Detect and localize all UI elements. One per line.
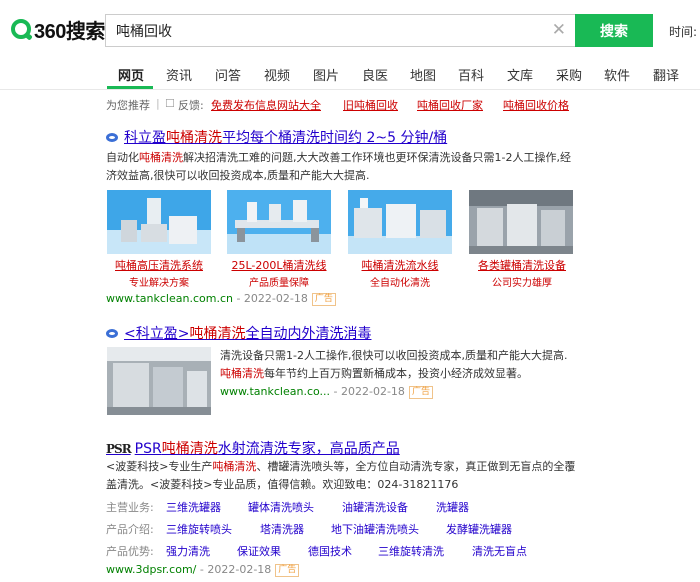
result-1-image-3-subcaption: 全自动化清洗 bbox=[370, 278, 430, 289]
advantage-link-4[interactable]: 三维旋转清洗 bbox=[378, 543, 444, 559]
related-label: 为您推荐 bbox=[106, 99, 150, 112]
result-1-image-2-caption[interactable]: 25L-200L桶清洗线 bbox=[225, 257, 333, 273]
result-3-title-pre: PSR bbox=[134, 441, 162, 457]
ad-badge: 广告 bbox=[311, 292, 336, 306]
result-1-image-2[interactable] bbox=[227, 190, 331, 254]
result-3-date: - 2022-02-18 bbox=[199, 563, 272, 576]
tab-images[interactable]: 图片 bbox=[313, 65, 339, 84]
search-input[interactable] bbox=[116, 22, 536, 40]
search-button[interactable]: 搜索 bbox=[575, 14, 653, 47]
feedback-icon[interactable]: ☐ bbox=[165, 97, 175, 110]
result-1-image-4-caption[interactable]: 各类罐桶清洗设备 bbox=[470, 257, 574, 273]
result-2-title[interactable]: <科立盈>吨桶清洗全自动内外清洗消毒 bbox=[106, 323, 371, 343]
row-label-business: 主营业务: bbox=[106, 501, 154, 514]
result-2-description: 清洗设备只需1-2人工操作,很快可以收回投资成本,质量和产能大大提高. 吨桶清洗… bbox=[220, 347, 580, 383]
row-label-advantages: 产品优势: bbox=[106, 545, 154, 558]
result-1-image-3[interactable] bbox=[348, 190, 452, 254]
tab-news[interactable]: 资讯 bbox=[166, 65, 192, 84]
result-1-image-4-subcaption: 公司实力雄厚 bbox=[492, 278, 552, 289]
tab-translate[interactable]: 翻译 bbox=[653, 65, 679, 84]
result-2-url[interactable]: www.tankclean.co... bbox=[220, 385, 330, 398]
product-link-2[interactable]: 塔清洗器 bbox=[260, 521, 304, 537]
result-1-image-1[interactable] bbox=[107, 190, 211, 254]
result-2-image[interactable] bbox=[107, 347, 211, 415]
result-3-url[interactable]: www.3dpsr.com/ bbox=[106, 563, 196, 576]
ad-promo-icon bbox=[106, 133, 120, 143]
result-1-title-pre: 科立盈 bbox=[124, 130, 166, 146]
clear-icon[interactable]: ✕ bbox=[552, 20, 566, 40]
result-2-title-highlight: 吨桶清洗 bbox=[189, 326, 246, 342]
result-3-title-post: 水射流清洗专家，高品质产品 bbox=[217, 441, 400, 457]
result-1-desc-highlight: 吨桶清洗 bbox=[139, 151, 183, 164]
result-1-description: 自动化吨桶清洗解决招清洗工难的问题,大大改善工作环境也更环保清洗设备只需1-2人… bbox=[106, 149, 576, 185]
time-filter[interactable]: 时间: 不 bbox=[669, 23, 700, 40]
logo-mark-icon bbox=[11, 19, 31, 39]
row-label-products: 产品介绍: bbox=[106, 523, 154, 536]
result-1-date: - 2022-02-18 bbox=[236, 292, 308, 305]
related-link-1[interactable]: 免费发布信息网站大全 bbox=[211, 97, 321, 113]
business-link-2[interactable]: 罐体清洗喷头 bbox=[248, 499, 314, 515]
nav-tabs: 网页 资讯 问答 视频 图片 良医 地图 百科 文库 采购 软件 翻译 bbox=[0, 56, 700, 90]
tab-qa[interactable]: 问答 bbox=[215, 65, 241, 84]
result-1-image-1-subcaption: 专业解决方案 bbox=[129, 278, 189, 289]
result-2-title-pre: <科立盈> bbox=[124, 326, 190, 342]
tab-baike[interactable]: 百科 bbox=[458, 65, 484, 84]
result-2-desc-highlight: 吨桶清洗 bbox=[220, 367, 264, 380]
result-1-url[interactable]: www.tankclean.com.cn bbox=[106, 292, 233, 305]
product-link-4[interactable]: 发酵罐洗罐器 bbox=[446, 521, 512, 537]
result-1-url-line: www.tankclean.com.cn - 2022-02-18 广告 bbox=[106, 292, 336, 306]
tab-web[interactable]: 网页 bbox=[118, 65, 144, 84]
feedback-link[interactable]: 反馈: bbox=[178, 97, 204, 113]
related-link-4[interactable]: 吨桶回收价格 bbox=[503, 97, 569, 113]
advantage-link-3[interactable]: 德国技术 bbox=[308, 543, 352, 559]
tab-doctor[interactable]: 良医 bbox=[362, 65, 388, 84]
related-link-3[interactable]: 吨桶回收厂家 bbox=[417, 97, 483, 113]
result-1-image-2-subcaption: 产品质量保障 bbox=[249, 278, 309, 289]
ad-badge: 广告 bbox=[408, 385, 433, 399]
result-1-image-1-caption[interactable]: 吨桶高压清洗系统 bbox=[111, 257, 207, 273]
advantage-link-1[interactable]: 强力清洗 bbox=[166, 543, 210, 559]
psr-logo: PSR bbox=[106, 442, 132, 456]
active-tab-indicator bbox=[107, 86, 153, 89]
result-3-desc-highlight: 吨桶清洗 bbox=[212, 460, 257, 473]
result-1-title[interactable]: 科立盈吨桶清洗平均每个桶清洗时间约 2~5 分钟/桶 bbox=[106, 127, 447, 147]
result-2-desc-line1: 清洗设备只需1-2人工操作,很快可以收回投资成本,质量和产能大大提高. bbox=[220, 349, 568, 362]
tab-software[interactable]: 软件 bbox=[604, 65, 630, 84]
result-1-image-3-caption[interactable]: 吨桶清洗流水线 bbox=[352, 257, 448, 273]
result-3-description: <波菱科技>专业生产吨桶清洗、槽罐清洗喷头等，全方位自动清洗专家，真正做到无盲点… bbox=[106, 458, 576, 494]
business-link-3[interactable]: 油罐清洗设备 bbox=[342, 499, 408, 515]
result-1-desc-pre: 自动化 bbox=[106, 151, 139, 164]
advantage-link-2[interactable]: 保证效果 bbox=[237, 543, 281, 559]
tab-map[interactable]: 地图 bbox=[410, 65, 436, 84]
result-1-image-4[interactable] bbox=[469, 190, 573, 254]
header: 360搜索 ✕ 搜索 时间: 不 bbox=[0, 0, 700, 56]
result-1-title-post: 平均每个桶清洗时间约 2~5 分钟/桶 bbox=[222, 130, 448, 146]
result-2-desc-post: 每年节约上百万购置新桶成本，投资小经济成效显著。 bbox=[264, 367, 528, 380]
result-1-title-highlight: 吨桶清洗 bbox=[166, 130, 222, 146]
logo-text: 360搜索 bbox=[34, 20, 105, 43]
result-3-title-highlight: 吨桶清洗 bbox=[161, 441, 218, 457]
logo[interactable]: 360搜索 bbox=[11, 17, 105, 43]
result-3-desc-pre: <波菱科技>专业生产 bbox=[106, 460, 213, 473]
tab-purchase[interactable]: 采购 bbox=[556, 65, 582, 84]
divider: | bbox=[156, 97, 160, 110]
tab-video[interactable]: 视频 bbox=[264, 65, 290, 84]
business-link-1[interactable]: 三维洗罐器 bbox=[166, 499, 221, 515]
result-2-url-line: www.tankclean.co... - 2022-02-18 广告 bbox=[220, 385, 433, 399]
related-link-2[interactable]: 旧吨桶回收 bbox=[343, 97, 398, 113]
product-link-3[interactable]: 地下油罐清洗喷头 bbox=[331, 521, 419, 537]
result-3-url-line: www.3dpsr.com/ - 2022-02-18 广告 bbox=[106, 563, 300, 577]
advantage-link-5[interactable]: 清洗无盲点 bbox=[472, 543, 527, 559]
business-link-4[interactable]: 洗罐器 bbox=[436, 499, 469, 515]
result-3-title[interactable]: PSR PSR吨桶清洗水射流清洗专家，高品质产品 bbox=[106, 438, 400, 458]
result-2-title-post: 全自动内外清洗消毒 bbox=[245, 326, 372, 342]
result-2-date: - 2022-02-18 bbox=[333, 385, 405, 398]
ad-promo-icon bbox=[106, 329, 120, 339]
tab-wenku[interactable]: 文库 bbox=[507, 65, 533, 84]
ad-badge: 广告 bbox=[275, 563, 300, 577]
search-box: ✕ bbox=[105, 14, 576, 47]
product-link-1[interactable]: 三维旋转喷头 bbox=[166, 521, 232, 537]
